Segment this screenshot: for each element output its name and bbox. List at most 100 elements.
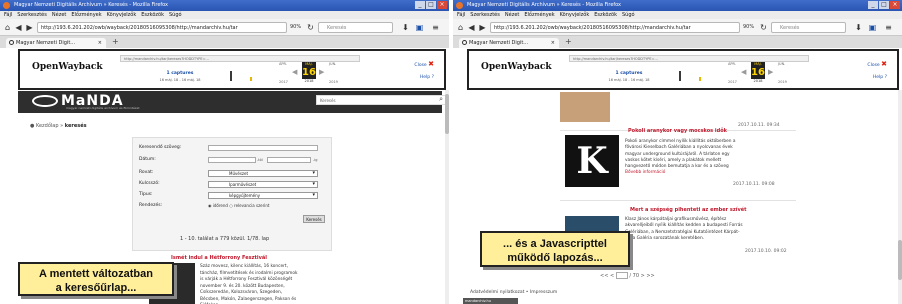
back-icon[interactable]: ◀ <box>466 22 477 33</box>
prev-year[interactable]: 2017 <box>279 80 288 84</box>
category-select[interactable]: Művészet <box>208 170 318 177</box>
article-date: 2017.10.10. 09:02 <box>745 249 787 254</box>
next-capture-icon[interactable]: ▶ <box>768 68 773 76</box>
tab-close-icon[interactable]: × <box>98 38 102 48</box>
tab-active[interactable]: Magyar Nemzeti Digit... × <box>459 38 559 48</box>
prev-year[interactable]: 2017 <box>728 80 737 84</box>
article-thumbnail-k[interactable]: K <box>565 135 619 187</box>
article-date: 2017.10.11. 09:08 <box>733 182 775 187</box>
article-title-link[interactable]: Mert a szépség pihenteti az ember szívét <box>630 207 747 213</box>
next-year[interactable]: 2019 <box>329 80 338 84</box>
menu-history[interactable]: Előzmények <box>71 11 101 19</box>
new-tab-button[interactable]: + <box>565 37 572 46</box>
search-bar[interactable]: Keresés <box>318 22 393 33</box>
menu-edit[interactable]: Szerkesztés <box>470 11 500 19</box>
menu-file[interactable]: Fájl <box>4 11 12 19</box>
minimize-button[interactable]: _ <box>415 1 425 9</box>
date-from-input[interactable] <box>208 157 256 163</box>
captures-link[interactable]: 1 captures <box>160 71 200 76</box>
current-year: 2018 <box>304 79 314 83</box>
maximize-button[interactable]: □ <box>426 1 436 9</box>
download-icon[interactable]: ⬇ <box>853 22 864 33</box>
firefox-icon <box>3 2 10 9</box>
next-capture-icon[interactable]: ▶ <box>319 68 324 76</box>
close-window-button[interactable]: × <box>890 1 900 9</box>
close-window-button[interactable]: × <box>437 1 447 9</box>
result-title-link[interactable]: Ismét indul a Hétforrony Fesztivál <box>171 255 267 261</box>
site-footer[interactable]: Adatvédelmi nyilatkozat • Impresszum <box>470 290 557 295</box>
page-scrollbar[interactable] <box>898 90 902 304</box>
next-month[interactable]: JÚN. <box>778 62 785 66</box>
zoom-level[interactable]: 90% <box>743 24 754 30</box>
menu-bookmarks[interactable]: Könyvjelzők <box>107 11 137 19</box>
forward-icon[interactable]: ▶ <box>477 22 488 33</box>
prev-month[interactable]: ÁPR. <box>728 62 736 66</box>
site-search-input[interactable]: Keresés ⌕ <box>316 95 446 105</box>
url-bar[interactable]: http://193.6.201.202/owb/wayback/2018051… <box>37 22 287 33</box>
search-text-input[interactable] <box>208 145 318 151</box>
pager-next-links[interactable]: / 70 > >> <box>629 273 654 279</box>
breadcrumb-home-link[interactable]: Kezdőlap <box>36 123 59 129</box>
menu-view[interactable]: Nézet <box>52 11 66 19</box>
pager-prev-links[interactable]: << < <box>600 273 614 279</box>
collection-select[interactable]: Iparművészet <box>208 181 318 188</box>
wayback-logo[interactable]: OpenWayback <box>481 62 552 72</box>
type-select[interactable]: képgyűjtemény <box>208 192 318 199</box>
result-excerpt: Száz movesz, kilenc kiállítás, 16 koncer… <box>200 264 298 304</box>
menu-tools[interactable]: Eszközök <box>594 11 617 19</box>
results-summary: 1 - 10. találat a 779 közül. 1/78. lap <box>180 236 270 242</box>
search-submit-button[interactable]: Keresés <box>303 215 325 223</box>
menu-view[interactable]: Nézet <box>505 11 519 19</box>
reload-icon[interactable]: ↻ <box>305 22 316 33</box>
menu-help[interactable]: Súgó <box>169 11 182 19</box>
article-excerpt: Klasz János kárpátaljai grafikusművész, … <box>625 217 743 241</box>
search-icon[interactable]: ⌕ <box>439 95 443 104</box>
url-bar[interactable]: http://193.6.201.202/owb/wayback/2018051… <box>490 22 740 33</box>
forward-icon[interactable]: ▶ <box>24 22 35 33</box>
next-year[interactable]: 2019 <box>778 80 787 84</box>
wayback-help-button[interactable]: Help ? <box>420 75 434 80</box>
capture-calendar: ÁPR. ◀ MÁJ. 16 2018 ▶ JÚN. 2017 2019 <box>277 60 347 90</box>
maximize-button[interactable]: □ <box>879 1 889 9</box>
article-thumbnail-previous[interactable] <box>560 92 610 122</box>
reload-icon[interactable]: ↻ <box>758 22 769 33</box>
extension-icon[interactable]: ▣ <box>867 22 878 33</box>
wayback-logo[interactable]: OpenWayback <box>32 62 103 72</box>
current-year: 2018 <box>753 79 763 83</box>
manda-tagline: magyar nemzeti digitális archívum és fil… <box>66 106 140 110</box>
wayback-help-button[interactable]: Help ? <box>873 75 887 80</box>
prev-month[interactable]: ÁPR. <box>279 62 287 66</box>
menu-help[interactable]: Súgó <box>622 11 635 19</box>
extension-icon[interactable]: ▣ <box>414 22 425 33</box>
home-icon[interactable]: ⌂ <box>455 22 466 33</box>
tab-active[interactable]: Magyar Nemzeti Digit... × <box>6 38 106 48</box>
tab-close-icon[interactable]: × <box>551 38 555 48</box>
wayback-close-button[interactable]: Close ✖ <box>414 60 434 68</box>
zoom-level[interactable]: 90% <box>290 24 301 30</box>
wayback-close-button[interactable]: Close ✖ <box>867 60 887 68</box>
next-month[interactable]: JÚN. <box>329 62 336 66</box>
minimize-button[interactable]: _ <box>868 1 878 9</box>
scrollbar-thumb[interactable] <box>898 240 902 280</box>
captures-link[interactable]: 1 captures <box>609 71 649 76</box>
menu-tools[interactable]: Eszközök <box>141 11 164 19</box>
hamburger-menu-icon[interactable]: ≡ <box>430 22 441 33</box>
search-bar[interactable]: Keresés <box>771 22 846 33</box>
page-number-input[interactable] <box>615 272 628 279</box>
menu-history[interactable]: Előzmények <box>524 11 554 19</box>
home-icon[interactable]: ⌂ <box>2 22 13 33</box>
date-to-input[interactable] <box>267 157 311 163</box>
menu-bookmarks[interactable]: Könyvjelzők <box>560 11 590 19</box>
hamburger-menu-icon[interactable]: ≡ <box>883 22 894 33</box>
menu-file[interactable]: Fájl <box>457 11 465 19</box>
back-icon[interactable]: ◀ <box>13 22 24 33</box>
tab-title: Magyar Nemzeti Digit... <box>469 40 529 46</box>
menu-edit[interactable]: Szerkesztés <box>17 11 47 19</box>
window-controls: _ □ × <box>415 1 447 9</box>
new-tab-button[interactable]: + <box>112 37 119 46</box>
download-icon[interactable]: ⬇ <box>400 22 411 33</box>
read-more-link[interactable]: Bővebb információ <box>625 170 665 175</box>
prev-capture-icon[interactable]: ◀ <box>741 68 746 76</box>
prev-capture-icon[interactable]: ◀ <box>292 68 297 76</box>
article-title-link[interactable]: Pokoli aranykor vagy mocskos idők <box>628 128 727 134</box>
